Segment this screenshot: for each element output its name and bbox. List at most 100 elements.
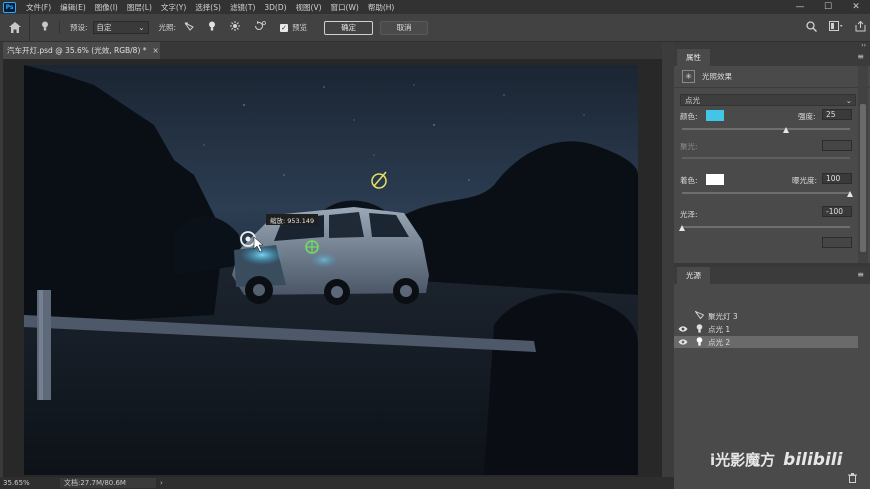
color-label: 颜色: bbox=[680, 112, 698, 121]
properties-title: 光照效果 bbox=[702, 72, 732, 81]
night-car-scene bbox=[24, 65, 638, 475]
intensity-label: 强度: bbox=[798, 112, 816, 121]
close-button[interactable]: ✕ bbox=[842, 0, 870, 14]
menu-select[interactable]: 选择(S) bbox=[195, 2, 221, 13]
home-icon bbox=[8, 22, 21, 33]
menu-filter[interactable]: 滤镜(T) bbox=[230, 2, 255, 13]
add-infinite-light-icon[interactable] bbox=[230, 21, 241, 34]
status-menu-arrow-icon[interactable]: › bbox=[160, 479, 163, 487]
canvas-scrollbar[interactable] bbox=[662, 42, 674, 477]
tab-lights[interactable]: 光源 bbox=[677, 267, 710, 284]
home-button[interactable] bbox=[0, 13, 30, 42]
preset-label: 预设: bbox=[70, 23, 88, 32]
menu-file[interactable]: 文件(F) bbox=[26, 2, 51, 13]
light-item-point-2[interactable]: 点光 2 bbox=[674, 336, 858, 348]
gloss-input[interactable]: -100 bbox=[822, 206, 852, 217]
menu-window[interactable]: 窗口(W) bbox=[331, 2, 359, 13]
menu-image[interactable]: 图像(I) bbox=[95, 2, 118, 13]
properties-scroll-thumb[interactable] bbox=[860, 104, 866, 252]
hotspot-slider bbox=[682, 157, 850, 159]
eye-icon[interactable] bbox=[674, 338, 692, 347]
gloss-slider[interactable] bbox=[682, 226, 850, 228]
search-icon[interactable] bbox=[806, 21, 818, 35]
chevron-down-icon: ⌄ bbox=[845, 95, 852, 105]
document-info: 文档:27.7M/80.6M bbox=[60, 478, 156, 488]
menu-type[interactable]: 文字(Y) bbox=[161, 2, 186, 13]
document-tab-bar: 汽车开灯.psd @ 35.6% (光效, RGB/8) * × bbox=[0, 42, 662, 59]
properties-scrollbar[interactable] bbox=[858, 66, 868, 263]
light-type-value: 点光 bbox=[685, 95, 700, 105]
options-bar: 预设: 自定 ⌄ 光照: ✓ 预览 确定 取消 bbox=[0, 13, 870, 42]
trash-icon[interactable] bbox=[848, 473, 857, 486]
exposure-input[interactable]: 100 bbox=[822, 173, 852, 184]
light-label: 光照: bbox=[158, 23, 177, 32]
properties-tab-bar: 属性 ≡ bbox=[674, 49, 870, 66]
bilibili-logo: bilibili bbox=[783, 450, 843, 470]
ok-button[interactable]: 确定 bbox=[324, 20, 374, 35]
zoom-level[interactable]: 35.65% bbox=[0, 479, 54, 487]
options-right-icons bbox=[806, 20, 866, 35]
menu-bar: Ps 文件(F) 编辑(E) 图像(I) 图层(L) 文字(Y) 选择(S) 滤… bbox=[0, 0, 870, 14]
share-icon[interactable] bbox=[855, 20, 866, 35]
intensity-slider-knob[interactable] bbox=[782, 127, 789, 133]
light-item-spotlight-3[interactable]: 聚光灯 3 bbox=[674, 310, 858, 322]
photoshop-window: Ps 文件(F) 编辑(E) 图像(I) 图层(L) 文字(Y) 选择(S) 滤… bbox=[0, 0, 870, 489]
photoshop-logo: Ps bbox=[3, 1, 16, 13]
properties-header: ✳ 光照效果 bbox=[674, 66, 870, 88]
add-spotlight-icon[interactable] bbox=[184, 22, 194, 34]
close-tab-icon[interactable]: × bbox=[153, 46, 159, 55]
menu-layer[interactable]: 图层(L) bbox=[127, 2, 152, 13]
lights-panel-menu-icon[interactable]: ≡ bbox=[857, 270, 864, 279]
light-name: 点光 2 bbox=[708, 337, 731, 347]
document-title: 汽车开灯.psd @ 35.6% (光效, RGB/8) * bbox=[7, 46, 147, 55]
intensity-slider[interactable] bbox=[682, 128, 850, 130]
menu-edit[interactable]: 编辑(E) bbox=[60, 2, 86, 13]
spotlight-icon bbox=[692, 310, 706, 321]
watermark: i光影魔方 bilibili bbox=[710, 449, 842, 470]
reset-light-icon[interactable] bbox=[254, 21, 266, 34]
colorize-label: 着色: bbox=[680, 176, 698, 185]
colorize-swatch[interactable] bbox=[706, 174, 724, 185]
exposure-slider[interactable] bbox=[682, 192, 850, 194]
color-swatch[interactable] bbox=[706, 110, 724, 121]
light-name: 点光 1 bbox=[708, 324, 731, 334]
canvas-area[interactable]: 缩放: 953.149 bbox=[3, 59, 662, 477]
preview-label: 预览 bbox=[292, 23, 308, 32]
menu-3d[interactable]: 3D(D) bbox=[264, 3, 286, 12]
hotspot-label: 聚光: bbox=[680, 142, 698, 151]
zoom-tooltip-text: 缩放: 953.149 bbox=[270, 216, 315, 225]
intensity-input[interactable]: 25 bbox=[822, 109, 852, 120]
exposure-label: 曝光度: bbox=[792, 176, 818, 185]
hotspot-input bbox=[822, 140, 852, 151]
minimize-button[interactable]: — bbox=[786, 0, 814, 14]
next-property-input bbox=[822, 237, 852, 248]
exposure-slider-knob[interactable] bbox=[846, 191, 853, 197]
light-type-select[interactable]: 点光 ⌄ bbox=[680, 94, 856, 106]
lights-tab-bar: 光源 ≡ bbox=[674, 267, 870, 284]
gloss-slider-knob[interactable] bbox=[678, 225, 685, 231]
properties-panel: 属性 ≡ ✳ 光照效果 点光 ⌄ 颜色: 强度: 25 聚光: 着色: 曝光度:… bbox=[674, 49, 870, 263]
light-item-point-1[interactable]: 点光 1 bbox=[674, 323, 858, 335]
watermark-text: i光影魔方 bbox=[710, 451, 776, 469]
workspace-icon[interactable] bbox=[829, 21, 843, 35]
menu-view[interactable]: 视图(V) bbox=[296, 2, 322, 13]
light-name: 聚光灯 3 bbox=[708, 311, 738, 321]
window-controls: — ☐ ✕ bbox=[786, 0, 870, 14]
eye-icon[interactable] bbox=[674, 325, 692, 334]
point-light-icon bbox=[692, 336, 706, 348]
lighting-effects-icon: ✳ bbox=[682, 70, 695, 83]
document-image[interactable]: 缩放: 953.149 bbox=[24, 65, 638, 475]
point-light-handle[interactable] bbox=[305, 240, 319, 254]
tab-properties[interactable]: 属性 bbox=[677, 49, 710, 66]
status-bar: 35.65% 文档:27.7M/80.6M › bbox=[0, 477, 674, 489]
add-point-light-icon[interactable] bbox=[208, 21, 216, 34]
cancel-button[interactable]: 取消 bbox=[380, 20, 429, 35]
preview-checkbox[interactable]: ✓ bbox=[280, 23, 289, 32]
maximize-button[interactable]: ☐ bbox=[814, 0, 842, 14]
menu-help[interactable]: 帮助(H) bbox=[368, 2, 395, 13]
preset-select[interactable]: 自定 ⌄ bbox=[92, 21, 149, 34]
lighting-tool-icon bbox=[30, 21, 60, 34]
panel-menu-icon[interactable]: ≡ bbox=[857, 52, 864, 61]
panel-collapse-toggle[interactable]: ›› bbox=[674, 42, 870, 49]
document-tab[interactable]: 汽车开灯.psd @ 35.6% (光效, RGB/8) * × bbox=[3, 42, 160, 59]
